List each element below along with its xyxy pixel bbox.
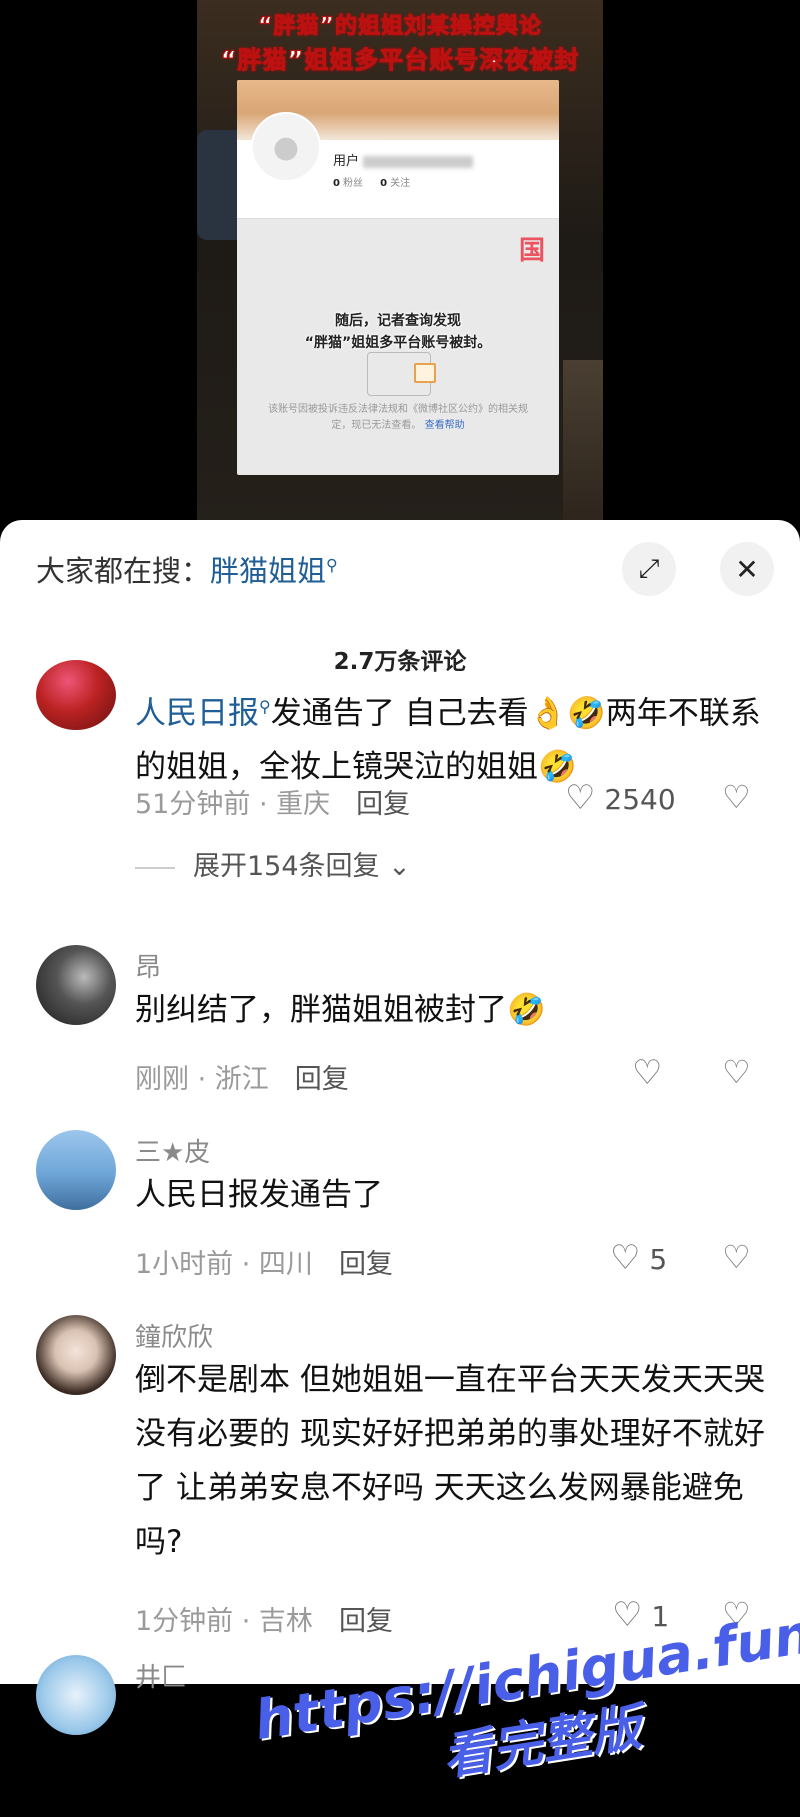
- trending-search[interactable]: 大家都在搜：胖猫姐姐⚲: [36, 548, 338, 590]
- video-frame: “胖猫”的姐姐刘某操控舆论 “胖猫”姐姐多平台账号深夜被封 ● 用户 0 粉丝 0…: [197, 0, 603, 540]
- username[interactable]: 鐘欣欣: [135, 1317, 213, 1354]
- avatar[interactable]: [36, 945, 116, 1025]
- comment-meta: 1小时前 · 四川 回复: [135, 1249, 393, 1280]
- video-subtitle: 随后，记者查询发现 “胖猫”姐姐多平台账号被封。: [304, 313, 492, 351]
- reply-button[interactable]: 回复: [339, 1606, 393, 1637]
- expand-replies-button[interactable]: 展开154条回复 ⌄: [135, 844, 411, 883]
- heart-icon: ♡: [610, 1238, 641, 1278]
- like-button[interactable]: ♡ 1: [612, 1595, 669, 1635]
- mention-link[interactable]: 人民日报: [135, 695, 259, 731]
- avatar[interactable]: [36, 660, 116, 730]
- video-player[interactable]: “胖猫”的姐姐刘某操控舆论 “胖猫”姐姐多平台账号深夜被封 ● 用户 0 粉丝 0…: [0, 0, 800, 540]
- heart-icon: ♡: [632, 1053, 663, 1093]
- username[interactable]: 三★皮: [135, 1132, 210, 1169]
- reply-button[interactable]: 回复: [339, 1249, 393, 1280]
- heart-icon: ♡: [565, 778, 596, 818]
- like-count: 1: [651, 1600, 670, 1633]
- comment-meta: 51分钟前 · 重庆 回复: [135, 789, 411, 820]
- like-button[interactable]: ♡ 2540: [565, 778, 676, 818]
- close-button[interactable]: ✕: [720, 542, 774, 596]
- avatar[interactable]: [36, 1315, 116, 1395]
- comment-text: 人民日报发通告了: [135, 1177, 383, 1213]
- card-username: 用户: [333, 150, 474, 169]
- video-title-line2: “胖猫”姐姐多平台账号深夜被封: [220, 46, 580, 75]
- close-icon: ✕: [735, 552, 759, 586]
- comment-count: 2.7万条评论: [333, 649, 467, 675]
- reply-button[interactable]: 回复: [356, 789, 410, 820]
- video-bg-building: [563, 360, 603, 540]
- username[interactable]: 井匚: [135, 1657, 187, 1694]
- like-button[interactable]: ♡: [632, 1053, 662, 1093]
- avatar[interactable]: [36, 1655, 116, 1735]
- heart-icon: ♡: [612, 1595, 643, 1635]
- dislike-icon[interactable]: ♡: [722, 1053, 751, 1091]
- search-label: 大家都在搜：: [36, 554, 211, 588]
- lock-icon: [367, 352, 436, 396]
- card-stats: 0 粉丝 0 关注: [333, 178, 411, 189]
- like-count: 5: [649, 1243, 668, 1276]
- search-term[interactable]: 胖猫姐姐: [210, 554, 326, 588]
- reply-button[interactable]: 回复: [295, 1064, 349, 1095]
- dislike-icon[interactable]: ♡: [722, 1595, 751, 1633]
- avatar[interactable]: [36, 1130, 116, 1210]
- comment-sheet: 大家都在搜：胖猫姐姐⚲ ⤢ ✕ 2.7万条评论 人民日报⚲发通告了 自己去看👌🤣…: [0, 520, 800, 1786]
- comment-text: 别纠结了，胖猫姐姐被封了🤣: [135, 992, 546, 1028]
- like-count: 2540: [604, 783, 676, 816]
- chevron-down-icon: ⌄: [388, 851, 411, 882]
- banned-notice: 该账号因被投诉违反法律法规和《微博社区公约》的相关规定，现已无法查看。 查看帮助: [268, 404, 528, 431]
- default-avatar-icon: ●: [251, 112, 321, 182]
- search-icon: ⚲: [326, 555, 338, 575]
- expand-button[interactable]: ⤢: [622, 542, 676, 596]
- comment-meta: 1分钟前 · 吉林 回复: [135, 1606, 393, 1637]
- comment-meta: 刚刚 · 浙江 回复: [135, 1064, 349, 1095]
- search-icon: ⚲: [259, 697, 271, 716]
- username[interactable]: 昂: [135, 947, 161, 984]
- like-button[interactable]: ♡ 5: [610, 1238, 667, 1278]
- news-logo: 国: [518, 236, 545, 266]
- dislike-icon[interactable]: ♡: [722, 778, 751, 816]
- video-title-line1: “胖猫”的姐姐刘某操控舆论: [258, 14, 542, 40]
- comment-text: 倒不是剧本 但她姐姐一直在平台天天发天天哭 没有必要的 现实好好把弟弟的事处理好…: [135, 1362, 765, 1560]
- card-profile: ● 用户 0 粉丝 0 关注: [237, 112, 559, 219]
- account-card: ● 用户 0 粉丝 0 关注 国 随后，记者查询发现 “胖猫”姐姐多平台账号被封。 …: [237, 80, 559, 475]
- expand-icon: ⤢: [638, 553, 660, 584]
- dislike-icon[interactable]: ♡: [722, 1238, 751, 1276]
